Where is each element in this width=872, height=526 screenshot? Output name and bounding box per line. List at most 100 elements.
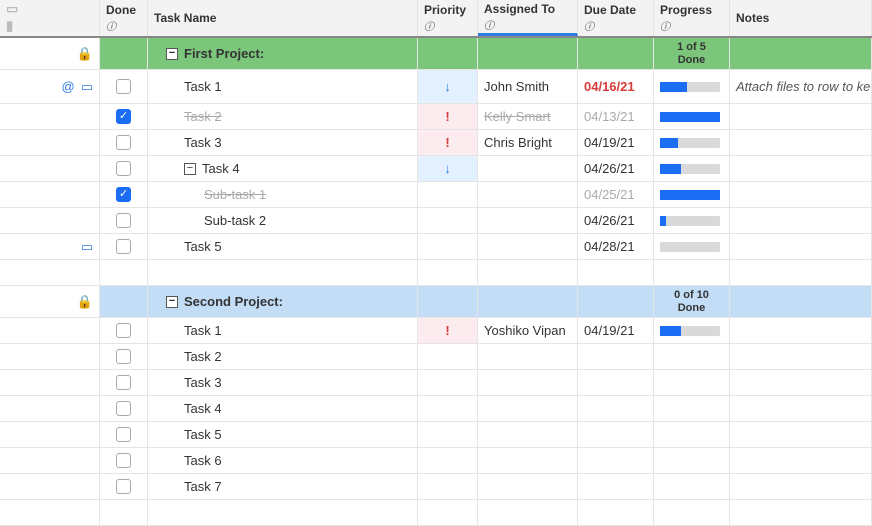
task-row[interactable]: Task 1!Yoshiko Vipan04/19/21 xyxy=(0,318,872,344)
task-name-cell[interactable]: Task 1 xyxy=(148,70,418,103)
task-name-cell[interactable]: Task 3 xyxy=(148,130,418,155)
assigned-cell[interactable] xyxy=(478,448,578,473)
notes-cell[interactable] xyxy=(730,474,872,499)
assigned-cell[interactable] xyxy=(478,234,578,259)
done-checkbox[interactable] xyxy=(116,375,131,390)
done-cell[interactable] xyxy=(100,182,148,207)
task-name-cell[interactable]: Task 6 xyxy=(148,448,418,473)
progress-cell[interactable] xyxy=(654,130,730,155)
priority-cell[interactable] xyxy=(418,370,478,395)
due-cell[interactable]: 04/28/21 xyxy=(578,234,654,259)
progress-bar[interactable] xyxy=(660,326,720,336)
progress-cell[interactable] xyxy=(654,182,730,207)
col-progress[interactable]: Progress ⓘ xyxy=(654,0,730,36)
task-row[interactable]: Task 7 xyxy=(0,474,872,500)
comment-icon[interactable]: ▭ xyxy=(81,79,93,95)
priority-cell[interactable] xyxy=(418,182,478,207)
notes-cell[interactable] xyxy=(730,156,872,181)
done-checkbox[interactable] xyxy=(116,349,131,364)
assigned-cell[interactable] xyxy=(478,182,578,207)
task-row[interactable]: Task 4 xyxy=(0,396,872,422)
task-name-cell[interactable]: Sub-task 1 xyxy=(148,182,418,207)
task-row[interactable]: Task 5 xyxy=(0,422,872,448)
col-priority[interactable]: Priority ⓘ xyxy=(418,0,478,36)
priority-cell[interactable]: ↓ xyxy=(418,70,478,103)
done-checkbox[interactable] xyxy=(116,479,131,494)
task-name-cell[interactable]: Task 7 xyxy=(148,474,418,499)
notes-cell[interactable] xyxy=(730,182,872,207)
priority-cell[interactable] xyxy=(418,448,478,473)
collapse-icon[interactable]: − xyxy=(166,48,178,60)
assigned-cell[interactable]: Chris Bright xyxy=(478,130,578,155)
task-name-cell[interactable]: Task 3 xyxy=(148,370,418,395)
notes-cell[interactable] xyxy=(730,104,872,129)
due-cell[interactable] xyxy=(578,474,654,499)
due-cell[interactable]: 04/19/21 xyxy=(578,318,654,343)
group-title-cell[interactable]: −First Project: xyxy=(148,38,418,69)
priority-cell[interactable] xyxy=(418,344,478,369)
col-notes[interactable]: Notes xyxy=(730,0,872,36)
done-checkbox[interactable] xyxy=(116,401,131,416)
task-name-cell[interactable]: Task 5 xyxy=(148,422,418,447)
col-done[interactable]: Done ⓘ xyxy=(100,0,148,36)
task-name-cell[interactable]: Sub-task 2 xyxy=(148,208,418,233)
attachment-icon[interactable]: @ xyxy=(62,79,75,94)
task-row[interactable]: Task 3!Chris Bright04/19/21 xyxy=(0,130,872,156)
task-name-cell[interactable]: Task 4 xyxy=(148,396,418,421)
due-cell[interactable]: 04/16/21 xyxy=(578,70,654,103)
progress-cell[interactable] xyxy=(654,370,730,395)
priority-cell[interactable] xyxy=(418,474,478,499)
priority-cell[interactable]: ↓ xyxy=(418,156,478,181)
notes-cell[interactable] xyxy=(730,422,872,447)
done-checkbox[interactable] xyxy=(116,187,131,202)
done-cell[interactable] xyxy=(100,234,148,259)
task-row[interactable]: Task 2!Kelly Smart04/13/21 xyxy=(0,104,872,130)
done-checkbox[interactable] xyxy=(116,79,131,94)
progress-bar[interactable] xyxy=(660,82,720,92)
due-cell[interactable] xyxy=(578,344,654,369)
task-name-cell[interactable]: Task 1 xyxy=(148,318,418,343)
assigned-cell[interactable] xyxy=(478,208,578,233)
task-row[interactable]: Sub-task 104/25/21 xyxy=(0,182,872,208)
progress-bar[interactable] xyxy=(660,190,720,200)
progress-bar[interactable] xyxy=(660,138,720,148)
progress-bar[interactable] xyxy=(660,242,720,252)
notes-cell[interactable] xyxy=(730,344,872,369)
assigned-cell[interactable]: Yoshiko Vipan xyxy=(478,318,578,343)
due-cell[interactable] xyxy=(578,422,654,447)
notes-cell[interactable] xyxy=(730,234,872,259)
task-name-cell[interactable]: Task 5 xyxy=(148,234,418,259)
done-cell[interactable] xyxy=(100,448,148,473)
notes-cell[interactable] xyxy=(730,130,872,155)
progress-cell[interactable] xyxy=(654,70,730,103)
group-header[interactable]: 🔒−First Project:1 of 5Done xyxy=(0,38,872,70)
progress-cell[interactable] xyxy=(654,474,730,499)
priority-cell[interactable] xyxy=(418,396,478,421)
done-checkbox[interactable] xyxy=(116,135,131,150)
progress-cell[interactable] xyxy=(654,344,730,369)
assigned-cell[interactable] xyxy=(478,422,578,447)
notes-cell[interactable] xyxy=(730,318,872,343)
notes-cell[interactable]: Attach files to row to keep resources in… xyxy=(730,70,872,103)
due-cell[interactable] xyxy=(578,448,654,473)
due-cell[interactable]: 04/26/21 xyxy=(578,208,654,233)
assigned-cell[interactable] xyxy=(478,370,578,395)
due-cell[interactable] xyxy=(578,396,654,421)
priority-cell[interactable] xyxy=(418,234,478,259)
task-row[interactable]: ▭Task 504/28/21 xyxy=(0,234,872,260)
progress-bar[interactable] xyxy=(660,216,720,226)
task-name-cell[interactable]: −Task 4 xyxy=(148,156,418,181)
collapse-icon[interactable]: − xyxy=(166,296,178,308)
done-cell[interactable] xyxy=(100,396,148,421)
done-cell[interactable] xyxy=(100,70,148,103)
col-assigned[interactable]: Assigned To ⓘ xyxy=(478,0,578,36)
notes-cell[interactable] xyxy=(730,208,872,233)
task-row[interactable]: Sub-task 2 04/26/21 xyxy=(0,208,872,234)
priority-cell[interactable]: ! xyxy=(418,318,478,343)
progress-cell[interactable] xyxy=(654,234,730,259)
task-row[interactable]: @ ▭Task 1↓John Smith04/16/21Attach files… xyxy=(0,70,872,104)
done-cell[interactable] xyxy=(100,370,148,395)
done-cell[interactable] xyxy=(100,104,148,129)
progress-cell[interactable] xyxy=(654,156,730,181)
task-row[interactable]: Task 3 xyxy=(0,370,872,396)
